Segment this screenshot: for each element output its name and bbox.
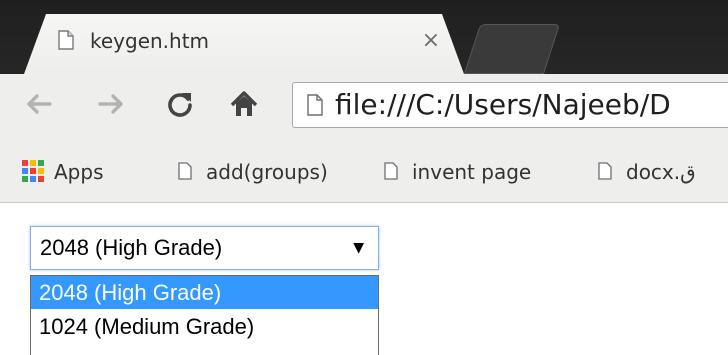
browser-chrome: keygen.htm × file:///C:/Users/Najeeb/D A…: [0, 0, 728, 203]
bookmark-apps[interactable]: Apps: [54, 154, 104, 190]
page-icon: [384, 162, 398, 180]
tab-title: keygen.htm: [90, 29, 210, 53]
new-tab-button[interactable]: [463, 24, 561, 74]
page-icon: [307, 94, 323, 116]
back-arrow-icon: [27, 94, 52, 114]
address-url: file:///C:/Users/Najeeb/D: [335, 88, 671, 121]
home-button[interactable]: [228, 84, 260, 124]
page-icon: [178, 162, 192, 180]
option-1024-medium-grade[interactable]: 1024 (Medium Grade): [31, 310, 378, 343]
back-button[interactable]: [22, 84, 54, 124]
apps-grid-icon[interactable]: [22, 160, 44, 182]
address-bar[interactable]: file:///C:/Users/Najeeb/D: [292, 82, 728, 128]
bookmark-invent-page[interactable]: invent page: [412, 154, 531, 190]
keysize-select[interactable]: 2048 (High Grade) ▼: [30, 226, 379, 270]
tab-close-icon[interactable]: ×: [420, 24, 442, 58]
forward-arrow-icon: [98, 94, 123, 114]
dropdown-arrow-icon: ▼: [353, 240, 364, 256]
page-icon: [598, 162, 612, 180]
bookmark-docx[interactable]: docx.ق: [626, 154, 696, 190]
page-icon: [58, 30, 74, 50]
keysize-select-value: 2048 (High Grade): [40, 235, 223, 260]
reload-button[interactable]: [164, 84, 196, 124]
option-2048-high-grade[interactable]: 2048 (High Grade): [31, 276, 378, 309]
bookmark-add-groups[interactable]: add(groups): [206, 154, 328, 190]
home-icon: [230, 91, 258, 116]
keysize-options-list: 2048 (High Grade) 1024 (Medium Grade): [30, 275, 379, 355]
bookmarks-bar: [0, 144, 728, 203]
forward-button[interactable]: [96, 84, 128, 124]
reload-icon: [168, 93, 192, 117]
